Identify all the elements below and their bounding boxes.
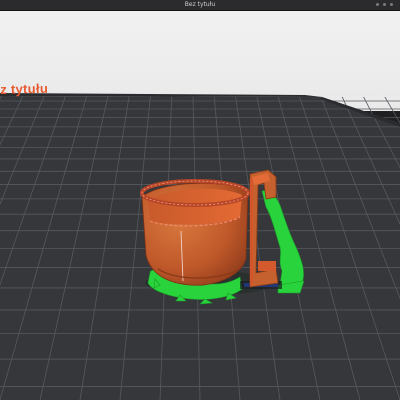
title-bar: Bez tytułu [0, 0, 400, 11]
window-control-close-icon[interactable] [390, 3, 393, 6]
scene[interactable] [0, 11, 400, 400]
window-control-minimize-icon[interactable] [376, 3, 379, 6]
bed-label: z tytułu [0, 80, 49, 97]
window-control-maximize-icon[interactable] [383, 3, 386, 6]
window-title: Bez tytułu [184, 1, 216, 8]
cup-model[interactable] [140, 179, 250, 286]
3d-viewport[interactable]: z tytułu [0, 11, 400, 400]
